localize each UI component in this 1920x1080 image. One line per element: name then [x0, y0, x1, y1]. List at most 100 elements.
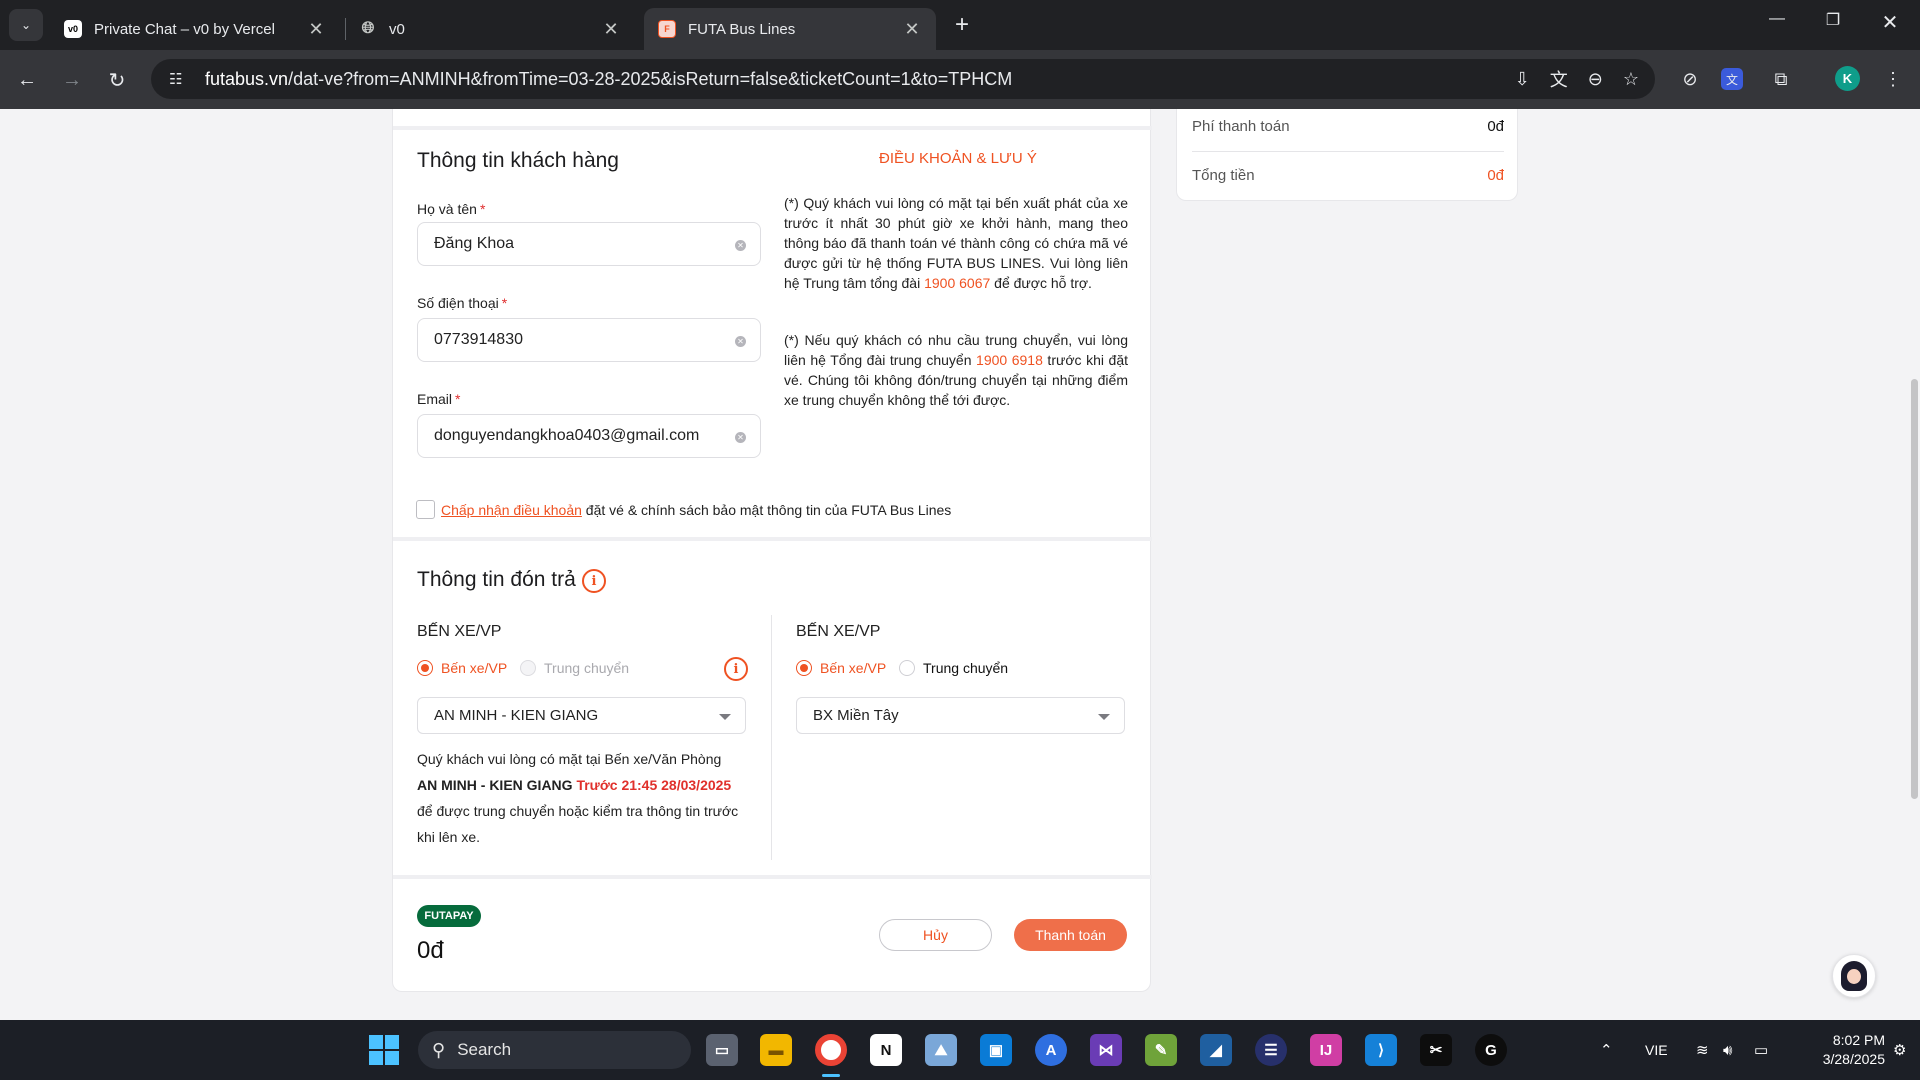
extensions-puzzle-icon[interactable]: ⧉: [1767, 65, 1795, 93]
vscode-icon[interactable]: ⟩: [1365, 1034, 1397, 1066]
forward-icon[interactable]: →: [57, 65, 87, 95]
dropoff-station-select[interactable]: BX Miền Tây: [796, 697, 1125, 734]
note-line: Quý khách vui lòng có mặt tại Bến xe/Văn…: [417, 751, 722, 767]
accept-terms-rest: đặt vé & chính sách bảo mật thông tin củ…: [581, 502, 952, 518]
email-value: donguyendangkhoa0403@gmail.com: [434, 427, 700, 444]
full-name-field[interactable]: Đăng Khoa ✕: [417, 222, 761, 266]
terms-paragraph-1: (*) Quý khách vui lòng có mặt tại bến xu…: [784, 193, 1128, 293]
note-line: để được trung chuyển hoặc kiểm tra thông…: [417, 803, 739, 845]
hotline-link[interactable]: 1900 6067: [924, 275, 990, 291]
support-chat-button[interactable]: [1832, 954, 1876, 998]
close-tab-icon[interactable]: ✕: [902, 19, 922, 40]
capcut-icon[interactable]: ✂: [1420, 1034, 1452, 1066]
terms-p1-tail: để được hỗ trợ.: [990, 275, 1092, 291]
required-mark: *: [501, 295, 508, 311]
dropoff-transfer-radio[interactable]: Trung chuyển: [899, 660, 1008, 676]
email-label: Email *: [417, 391, 460, 407]
total-value: 0đ: [1487, 167, 1504, 184]
start-button[interactable]: [369, 1035, 399, 1065]
close-tab-icon[interactable]: ✕: [306, 19, 326, 40]
address-bar[interactable]: ☷ futabus.vn/dat-ve?from=ANMINH&fromTime…: [151, 59, 1655, 99]
translate-extension-icon[interactable]: 文: [1721, 68, 1743, 90]
customer-info-title: Thông tin khách hàng: [417, 149, 619, 172]
bookmark-star-icon[interactable]: ☆: [1623, 69, 1639, 90]
tab-search-button[interactable]: ⌄: [9, 9, 43, 41]
name-label: Họ và tên *: [417, 201, 485, 217]
tab-v0[interactable]: 🌐︎ v0 ✕: [345, 8, 635, 50]
restore-icon[interactable]: ❐: [1813, 10, 1853, 30]
email-label-text: Email: [417, 391, 453, 407]
close-window-icon[interactable]: ✕: [1870, 10, 1910, 35]
reload-icon[interactable]: ↻: [102, 65, 132, 95]
phone-value: 0773914830: [434, 331, 523, 348]
visual-studio-icon[interactable]: ⋈: [1090, 1034, 1122, 1066]
sql-tool-icon[interactable]: ◢: [1200, 1034, 1232, 1066]
clear-email-icon[interactable]: ✕: [735, 432, 746, 443]
total-row: Tổng tiền 0đ: [1192, 167, 1504, 184]
clear-phone-icon[interactable]: ✕: [735, 336, 746, 347]
tray-chevron-icon[interactable]: ⌃: [1600, 1020, 1613, 1080]
file-explorer-icon[interactable]: ▬: [760, 1034, 792, 1066]
app-store-icon[interactable]: A: [1035, 1034, 1067, 1066]
pickup-station-radio[interactable]: Bến xe/VP: [417, 660, 507, 676]
accept-terms-checkbox[interactable]: [416, 500, 435, 519]
pay-button[interactable]: Thanh toán: [1014, 919, 1127, 951]
notification-icon[interactable]: ⚙: [1893, 1020, 1906, 1080]
wifi-icon[interactable]: ≋: [1696, 1020, 1709, 1080]
v0-icon: v0: [64, 20, 82, 38]
notion-icon[interactable]: N: [870, 1034, 902, 1066]
tab-title: Private Chat – v0 by Vercel: [94, 20, 275, 38]
logitech-icon[interactable]: G: [1475, 1034, 1507, 1066]
dropoff-station-radio[interactable]: Bến xe/VP: [796, 660, 886, 676]
transfer-info-icon[interactable]: i: [724, 657, 748, 681]
support-agent-icon: [1841, 961, 1867, 991]
chevron-down-icon: [1098, 714, 1110, 720]
futa-icon: F: [658, 20, 676, 38]
accept-terms-link[interactable]: Chấp nhận điều khoản: [441, 502, 582, 518]
pickup-station-select[interactable]: AN MINH - KIEN GIANG: [417, 697, 746, 734]
cancel-button[interactable]: Hủy: [879, 919, 992, 951]
translate-icon[interactable]: 文: [1550, 66, 1568, 92]
system-clock[interactable]: 8:02 PM 3/28/2025: [1785, 1031, 1885, 1069]
dropoff-heading: BẾN XE/VP: [796, 623, 881, 640]
paint-tool-icon[interactable]: ✎: [1145, 1034, 1177, 1066]
close-tab-icon[interactable]: ✕: [601, 19, 621, 40]
photos-icon[interactable]: ⛰: [925, 1034, 957, 1066]
note-deadline: Trước 21:45 28/03/2025: [576, 777, 732, 793]
fee-row: Phí thanh toán 0đ: [1192, 118, 1504, 135]
email-field[interactable]: donguyendangkhoa0403@gmail.com ✕: [417, 414, 761, 458]
back-icon[interactable]: ←: [12, 65, 42, 95]
page-scrollbar[interactable]: [1911, 379, 1918, 799]
task-view-icon[interactable]: ▭: [706, 1034, 738, 1066]
install-app-icon[interactable]: ⇩: [1515, 69, 1530, 90]
pickup-info-icon[interactable]: i: [582, 569, 606, 593]
summary-divider: [1192, 151, 1504, 152]
url-text[interactable]: futabus.vn/dat-ve?from=ANMINH&fromTime=0…: [205, 69, 1012, 90]
fee-value: 0đ: [1487, 118, 1504, 135]
remote-desktop-icon[interactable]: ▣: [980, 1034, 1012, 1066]
new-tab-icon[interactable]: +: [948, 11, 976, 39]
tab-futa-bus-lines[interactable]: F FUTA Bus Lines ✕: [644, 8, 936, 50]
site-info-icon[interactable]: ☷: [169, 70, 193, 88]
note-station: AN MINH - KIEN GIANG: [417, 777, 573, 793]
volume-icon[interactable]: 🔊︎: [1723, 1020, 1732, 1080]
transfer-hotline-link[interactable]: 1900 6918: [976, 352, 1043, 368]
profile-avatar[interactable]: K: [1835, 66, 1860, 91]
intellij-icon[interactable]: IJ: [1310, 1034, 1342, 1066]
taskbar-search[interactable]: ⚲ Search: [418, 1031, 691, 1069]
minimize-icon[interactable]: —: [1757, 10, 1797, 28]
section-divider: [393, 875, 1152, 879]
zoom-icon[interactable]: ⊖: [1588, 69, 1603, 90]
pickup-transfer-radio[interactable]: Trung chuyển: [520, 660, 629, 676]
browser-menu-icon[interactable]: ⋮: [1879, 65, 1907, 93]
language-indicator[interactable]: VIE: [1645, 1020, 1668, 1080]
radio-label: Trung chuyển: [544, 660, 630, 676]
eclipse-icon[interactable]: ☰: [1255, 1034, 1287, 1066]
battery-icon[interactable]: ▭: [1754, 1020, 1768, 1080]
phone-field[interactable]: 0773914830 ✕: [417, 318, 761, 362]
compass-extension-icon[interactable]: ⊘: [1676, 65, 1704, 93]
clear-name-icon[interactable]: ✕: [735, 240, 746, 251]
chrome-icon[interactable]: [815, 1034, 847, 1066]
tab-private-chat[interactable]: v0 Private Chat – v0 by Vercel ✕: [50, 8, 340, 50]
price-summary-card: Phí thanh toán 0đ Tổng tiền 0đ: [1176, 109, 1518, 201]
